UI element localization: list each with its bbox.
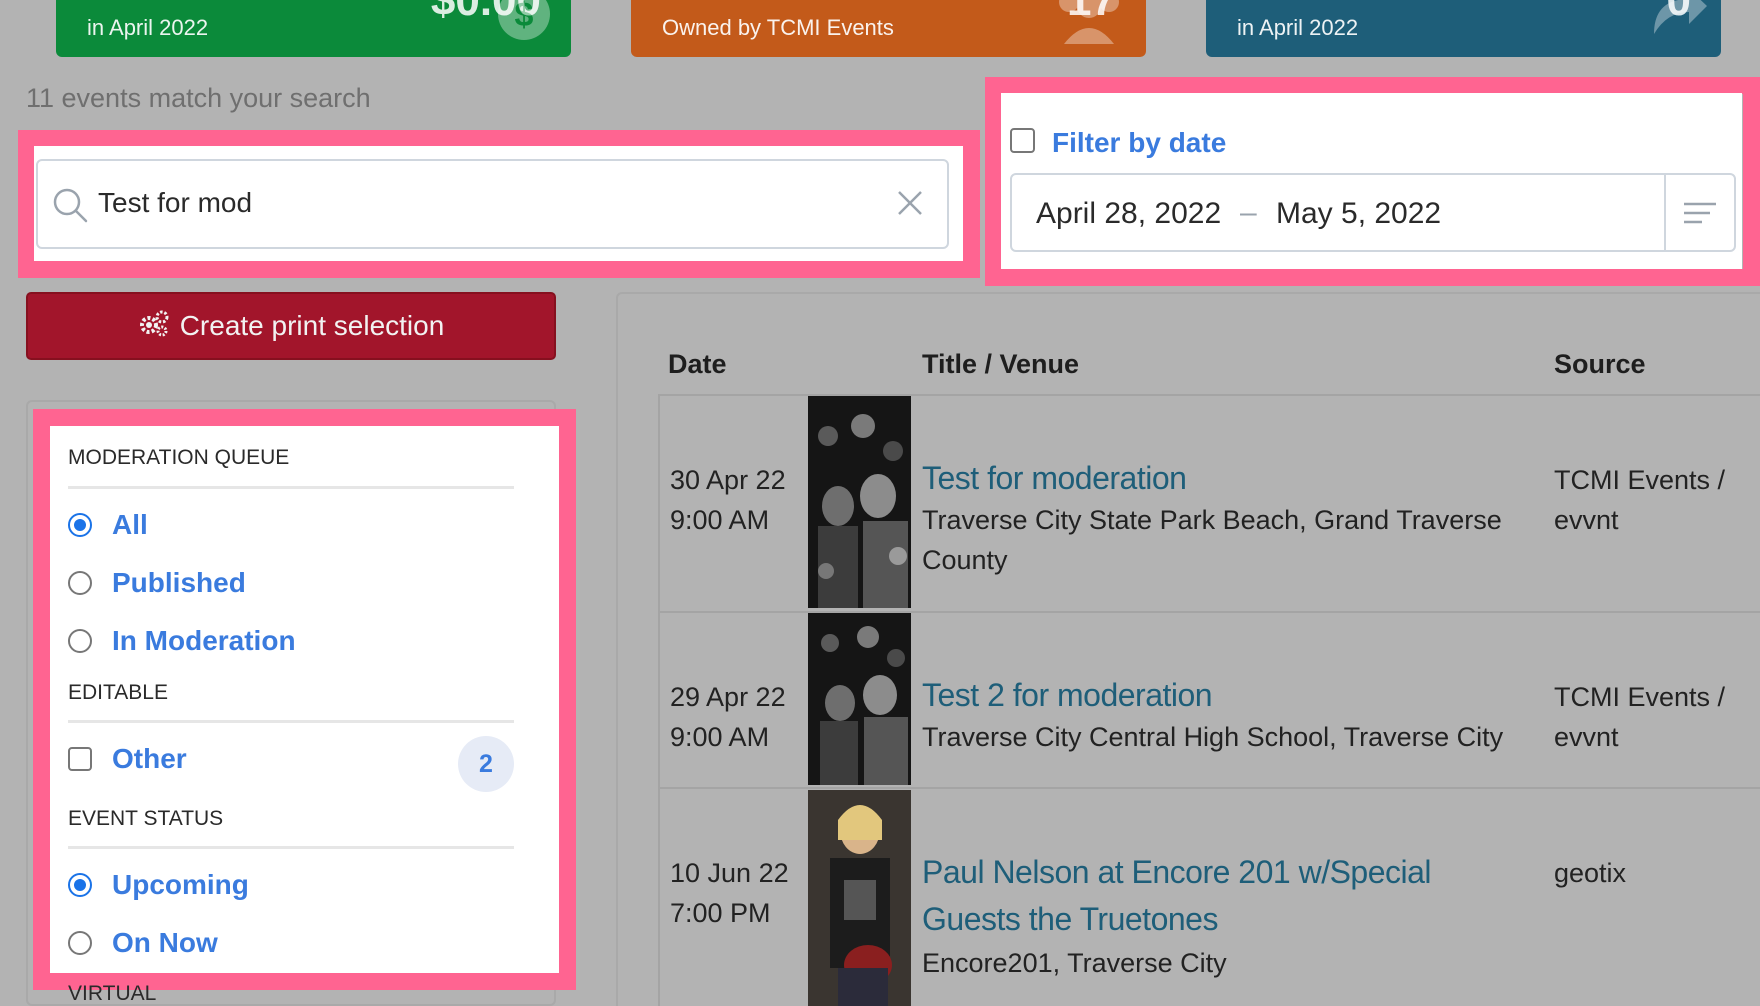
table-left-border [658,394,660,1006]
row-divider [658,787,1760,789]
event-date: 29 Apr 22 [670,682,786,712]
radio-upcoming[interactable] [68,873,92,897]
stat-subtitle: Owned by TCMI Events [662,15,894,40]
checkbox-other[interactable] [68,747,92,771]
radio-published[interactable] [68,571,92,595]
stat-card-events: 17 Owned by TCMI Events [631,0,1146,57]
event-venue: Traverse City State Park Beach, Grand Tr… [922,505,1502,575]
table-row: 30 Apr 22 9:00 AM [670,460,786,540]
filter-option-all[interactable]: All [68,509,148,540]
filter-option-label: On Now [112,927,218,958]
virtual-heading: VIRTUAL [68,982,157,1005]
search-input[interactable]: Test for mod [36,159,949,249]
filter-option-upcoming[interactable]: Upcoming [68,869,249,900]
event-source: TCMI Events / evvnt [1554,682,1726,752]
stat-card-revenue: $0.00 $ in April 2022 [56,0,571,57]
event-venue: Traverse City Central High School, Trave… [922,722,1504,752]
filter-option-other[interactable]: Other [68,743,187,774]
radio-on-now[interactable] [68,931,92,955]
create-print-selection-button[interactable]: Create print selection [26,292,556,360]
filter-option-on-now[interactable]: On Now [68,927,218,958]
dollar-coin-icon: $ [489,0,559,49]
editable-heading: EDITABLE [68,681,168,704]
event-time: 9:00 AM [670,722,770,752]
event-date: 10 Jun 22 [670,858,789,888]
date-to: May 5, 2022 [1276,197,1442,230]
event-venue: Encore201, Traverse City [922,948,1227,978]
event-time: 7:00 PM [670,898,771,928]
column-header-source[interactable]: Source [1554,349,1646,380]
event-title-link[interactable]: Paul Nelson at Encore 201 w/Special Gues… [922,849,1532,943]
date-from: April 28, 2022 [1036,197,1222,230]
radio-in-moderation[interactable] [68,629,92,653]
filter-option-label: In Moderation [112,625,296,656]
search-icon [50,185,90,230]
filter-option-label: Published [112,567,246,598]
filter-option-label: Other [112,743,187,774]
event-title-link[interactable]: Test 2 for moderation [922,672,1532,719]
date-range-input[interactable]: April 28, 2022 – May 5, 2022 [1010,173,1736,252]
filter-option-label: All [112,509,148,540]
column-header-date[interactable]: Date [668,349,727,380]
moderation-queue-heading: MODERATION QUEUE [68,446,290,469]
filter-by-date-checkbox[interactable] [1010,128,1035,153]
filter-by-date-label[interactable]: Filter by date [1052,127,1226,159]
event-thumbnail[interactable] [808,790,911,1006]
create-print-selection-label: Create print selection [179,310,445,341]
share-icon [1639,0,1709,49]
results-count: 11 events match your search [26,83,371,113]
table-row: 29 Apr 22 9:00 AM [670,677,786,757]
count-badge: 2 [458,736,514,792]
gears-icon [138,309,170,344]
radio-all[interactable] [68,513,92,537]
svg-text:$: $ [515,0,534,34]
users-icon [1044,0,1134,49]
date-menu-icon[interactable] [1664,175,1734,250]
stat-card-other: 0 in April 2022 [1206,0,1721,57]
filter-option-published[interactable]: Published [68,567,246,598]
divider [68,486,514,489]
event-title-link[interactable]: Test for moderation [922,455,1532,502]
event-status-heading: EVENT STATUS [68,807,224,830]
stat-subtitle: in April 2022 [87,15,209,40]
divider [68,720,514,723]
divider [68,846,514,849]
filter-option-label: Upcoming [112,869,249,900]
search-query[interactable]: Test for mod [98,187,252,219]
stat-subtitle: in April 2022 [1237,15,1359,40]
date-separator: – [1240,196,1257,229]
event-date: 30 Apr 22 [670,465,786,495]
event-thumbnail[interactable] [808,613,911,785]
event-time: 9:00 AM [670,505,770,535]
event-source: geotix [1554,858,1627,888]
filter-option-in-moderation[interactable]: In Moderation [68,625,296,656]
table-row: 10 Jun 22 7:00 PM [670,853,789,933]
event-source: TCMI Events / evvnt [1554,465,1726,535]
column-header-title[interactable]: Title / Venue [922,349,1079,380]
clear-icon[interactable] [895,188,925,223]
event-thumbnail[interactable] [808,396,911,608]
